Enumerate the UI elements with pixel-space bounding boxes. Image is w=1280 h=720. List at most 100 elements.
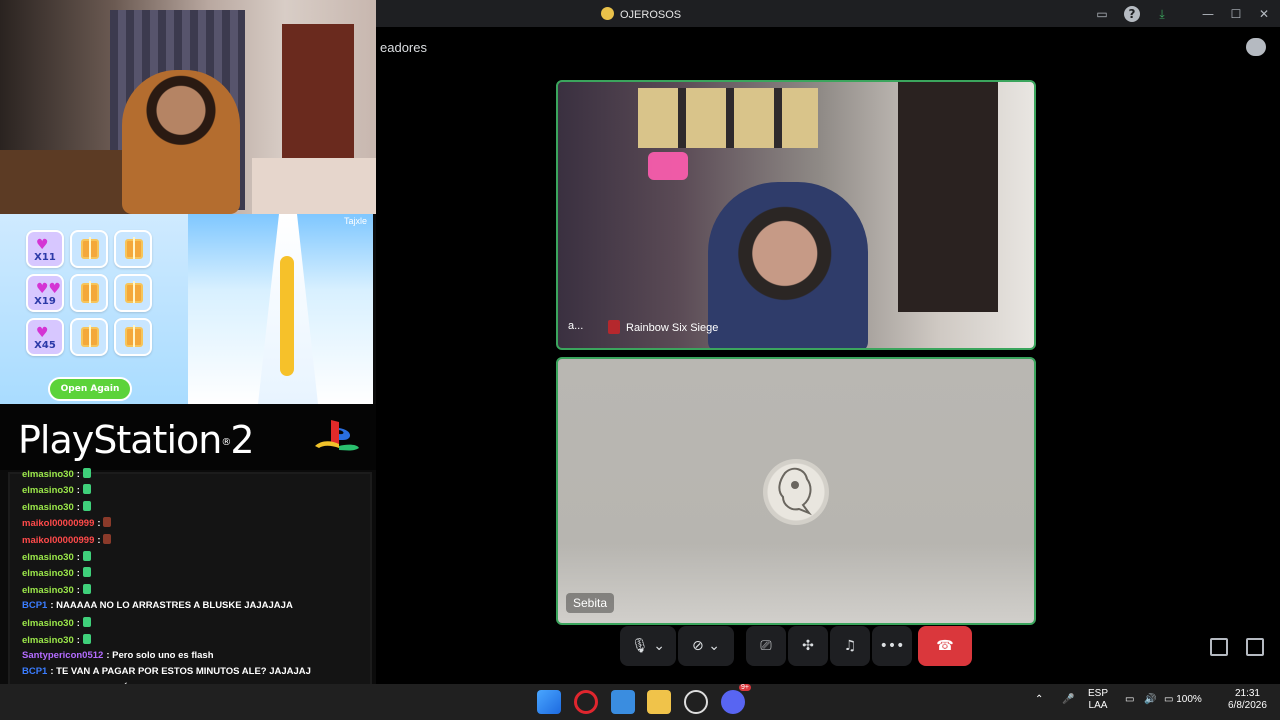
taskbar: 9+ ⌃ 🎤 ESP LAA ▭ 🔊 ▭ 100% 21:31 6/8/2026 (0, 684, 1280, 720)
chat-message: BCP1: NAAAAA NO LO ARRASTRES A BLUSKE JA… (22, 600, 293, 612)
chat-message: elmasino30: (22, 567, 91, 580)
chat-username: elmasino30 (22, 552, 74, 563)
channel-label: eadores (380, 40, 427, 55)
chat-username: elmasino30 (22, 568, 74, 579)
multiplier-label: X19 (34, 296, 56, 307)
chat-text: TE VAN A PAGAR POR ESTOS MINUTOS ALE? JA… (56, 666, 311, 677)
chat-message: elmasino30: (22, 617, 91, 630)
chat-username: maikol00000999 (22, 535, 95, 546)
participant-video (708, 182, 868, 348)
gift-icon (125, 237, 143, 259)
chat-message: elmasino30: (22, 484, 91, 497)
end-call-button[interactable]: ☎ (918, 626, 972, 666)
soundboard-button[interactable]: ♫ (830, 626, 870, 666)
show-hidden-icons-icon[interactable]: ⌃ (1035, 694, 1043, 706)
gift-icon (125, 325, 143, 347)
download-icon[interactable]: ⤓ (1154, 6, 1170, 22)
door (282, 24, 354, 164)
video-tile-sebita[interactable]: Sebita (556, 357, 1036, 625)
store-icon[interactable] (611, 690, 635, 714)
chat-separator: : (76, 485, 83, 496)
chat-separator: : (76, 618, 83, 629)
game-brand: Tajxle (343, 216, 367, 226)
help-icon[interactable]: ? (1124, 6, 1140, 22)
gift-tile (70, 318, 108, 356)
activities-button[interactable]: ✣ (788, 626, 828, 666)
chat-message: elmasino30: (22, 634, 91, 647)
battery-status[interactable]: ▭ 100% (1164, 694, 1202, 706)
chat-text: NAAAAA NO LO ARRASTRES A BLUSKE JAJAJAJA (56, 600, 293, 611)
chat-username: Santypericon0512 (22, 650, 104, 661)
streamer (122, 70, 240, 214)
chat-separator: : (76, 568, 83, 579)
chat-username: elmasino30 (22, 585, 74, 596)
maximize-icon[interactable]: ☐ (1228, 6, 1244, 22)
notification-badge: 9+ (739, 684, 751, 691)
reward-panel: ♥ X11 ♥♥ X19 ♥ X45 Open Again (0, 214, 188, 404)
discord-icon[interactable]: 9+ (721, 684, 751, 714)
wall-posters (638, 88, 818, 148)
fullscreen-icon[interactable] (1246, 638, 1264, 656)
chat-separator: : (76, 469, 83, 480)
multiplier-tile: ♥ X45 (26, 318, 64, 356)
neon-sign (648, 152, 688, 180)
ps2-logo: PlayStation®2 (18, 418, 255, 462)
chat-username: elmasino30 (22, 485, 74, 496)
gift-icon (81, 237, 99, 259)
chat-separator: : (76, 502, 83, 513)
more-options-button[interactable]: ••• (872, 626, 912, 666)
open-again-button: Open Again (48, 377, 132, 401)
chat-text: Pero solo uno es flash (112, 650, 214, 661)
chat-username: maikol00000999 (22, 518, 95, 529)
clock[interactable]: 21:31 6/8/2026 (1228, 688, 1267, 712)
chat-message: BCP1: TE VAN A PAGAR POR ESTOS MINUTOS A… (22, 666, 311, 678)
multiplier-tile: ♥ X11 (26, 230, 64, 268)
file-explorer-icon[interactable] (647, 690, 671, 714)
mobile-game-capture: ♥ X11 ♥♥ X19 ♥ X45 Open Again Tajxle (0, 214, 373, 404)
server-icon (601, 7, 614, 20)
inbox-icon[interactable]: ▭ (1094, 6, 1110, 22)
chat-message: elmasino30: (22, 584, 91, 597)
chat-username: elmasino30 (22, 635, 74, 646)
chat-username: elmasino30 (22, 469, 74, 480)
windows-start-icon[interactable] (537, 690, 561, 714)
streamer-webcam (0, 0, 380, 214)
chat-message: elmasino30: (22, 468, 91, 481)
language-indicator[interactable]: ESP LAA (1088, 688, 1108, 712)
bed (252, 158, 380, 214)
activity-label: Rainbow Six Siege (608, 318, 718, 336)
chat-message: Santypericon0512: Pero solo uno es flash (22, 650, 214, 662)
volume-icon[interactable]: 🔊 (1144, 694, 1156, 706)
chat-emote-icon (82, 584, 91, 594)
gift-tile (114, 274, 152, 312)
avatar (763, 459, 829, 525)
chat-bubble-icon[interactable] (1246, 38, 1266, 56)
voice-call-window: OJEROSOS ▭ ? ⤓ — ☐ ✕ eadores a... Rainbo… (376, 0, 1280, 684)
network-icon[interactable]: ▭ (1125, 694, 1134, 706)
microphone-button[interactable]: 🎙 ⌄ (620, 626, 676, 666)
battery-icon: ▭ (1164, 694, 1174, 705)
pop-out-icon[interactable] (1210, 638, 1228, 656)
opera-icon[interactable] (574, 690, 598, 714)
chat-message: maikol00000999: (22, 517, 112, 530)
gift-icon (81, 325, 99, 347)
screen-share-button[interactable]: ⎚ (746, 626, 786, 666)
runner-character (280, 256, 294, 376)
screen: ♥ X11 ♥♥ X19 ♥ X45 Open Again Tajxle PlaySt… (0, 0, 1280, 720)
server-title[interactable]: OJEROSOS (601, 7, 681, 21)
obs-icon[interactable] (684, 690, 708, 714)
minimize-icon[interactable]: — (1200, 6, 1216, 22)
chat-message: elmasino30: (22, 551, 91, 564)
mic-tray-icon[interactable]: 🎤 (1062, 694, 1074, 706)
chat-emote-icon (82, 484, 91, 494)
camera-off-button[interactable]: ⊘ ⌄ (678, 626, 734, 666)
rainbow-six-icon (608, 320, 620, 334)
chat-emote-icon (82, 501, 91, 511)
close-icon[interactable]: ✕ (1256, 6, 1272, 22)
chat-emote-icon (103, 517, 112, 527)
video-tile-participant[interactable]: a... Rainbow Six Siege (556, 80, 1036, 350)
chat-emote-icon (82, 468, 91, 478)
multiplier-label: X45 (34, 340, 56, 351)
participant-name: Sebita (566, 593, 615, 613)
chat-emote-icon (82, 567, 91, 577)
